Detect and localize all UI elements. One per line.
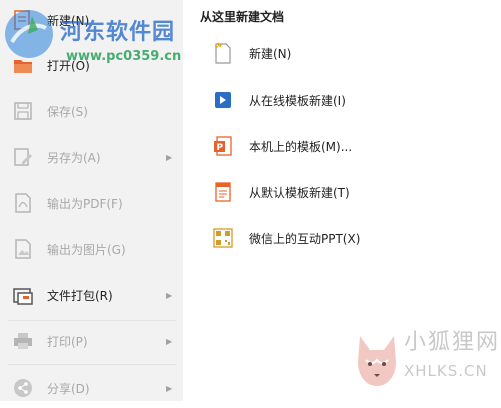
new-document-panel: 从这里新建文档 新建(N) 从在线模板新建(I) P 本机上的模板(M)... …: [183, 0, 501, 401]
menu-item-label: 输出为图片(G): [47, 242, 126, 257]
menu-item-export-pdf[interactable]: 输出为PDF(F): [0, 183, 183, 223]
save-icon: [12, 100, 34, 122]
menu-item-label: 新建(N): [47, 13, 90, 28]
menu-item-label: 输出为PDF(F): [47, 196, 123, 211]
menu-item-label: 文件打包(R): [47, 288, 113, 303]
printer-icon: [12, 330, 34, 352]
panel-item-label: 从默认模板新建(T): [249, 185, 350, 200]
menu-item-print[interactable]: 打印(P) ▶: [0, 321, 183, 361]
panel-title: 从这里新建文档: [200, 10, 285, 24]
default-template-item[interactable]: 从默认模板新建(T): [213, 179, 350, 205]
save-as-icon: [12, 146, 34, 168]
menu-item-export-image[interactable]: 输出为图片(G): [0, 229, 183, 269]
menu-divider: [8, 364, 176, 365]
local-template-icon: P: [213, 135, 233, 157]
wechat-ppt-item[interactable]: 微信上的互动PPT(X): [213, 225, 360, 251]
menu-item-share[interactable]: 分享(D) ▶: [0, 368, 183, 408]
chevron-right-icon: ▶: [166, 336, 173, 346]
menu-item-package[interactable]: 文件打包(R) ▶: [0, 275, 183, 315]
file-menu: 新建(N) 打开(O) 保存(S) 另存为(A) ▶ 输出为PDF(F) 输出为…: [0, 0, 183, 401]
panel-item-label: 新建(N): [249, 46, 292, 61]
panel-item-label: 从在线模板新建(I): [249, 93, 346, 108]
new-blank-item[interactable]: 新建(N): [213, 40, 291, 66]
online-template-icon: [213, 89, 233, 111]
online-template-item[interactable]: 从在线模板新建(I): [213, 87, 346, 113]
menu-item-label: 分享(D): [47, 381, 90, 396]
chevron-right-icon: ▶: [166, 152, 173, 162]
menu-item-save[interactable]: 保存(S): [0, 91, 183, 131]
menu-item-label: 打开(O): [47, 58, 90, 73]
menu-item-save-as[interactable]: 另存为(A) ▶: [0, 137, 183, 177]
default-template-icon: [213, 181, 233, 203]
chevron-right-icon: ▶: [166, 383, 173, 393]
local-template-item[interactable]: P 本机上的模板(M)...: [213, 133, 352, 159]
menu-item-new[interactable]: 新建(N): [0, 0, 183, 40]
pdf-export-icon: [12, 192, 34, 214]
share-icon: [12, 377, 34, 399]
menu-item-label: 另存为(A): [47, 150, 101, 165]
svg-text:P: P: [217, 143, 224, 153]
panel-item-label: 微信上的互动PPT(X): [249, 231, 361, 246]
image-export-icon: [12, 238, 34, 260]
package-icon: [12, 284, 34, 306]
menu-item-label: 打印(P): [47, 334, 88, 349]
open-folder-icon: [12, 54, 34, 76]
panel-item-label: 本机上的模板(M)...: [249, 139, 353, 154]
blank-doc-icon: [213, 42, 233, 64]
new-icon: [12, 9, 34, 31]
wechat-qr-icon: [213, 227, 233, 249]
chevron-right-icon: ▶: [166, 290, 173, 300]
menu-item-open[interactable]: 打开(O): [0, 45, 183, 85]
menu-item-label: 保存(S): [47, 104, 88, 119]
